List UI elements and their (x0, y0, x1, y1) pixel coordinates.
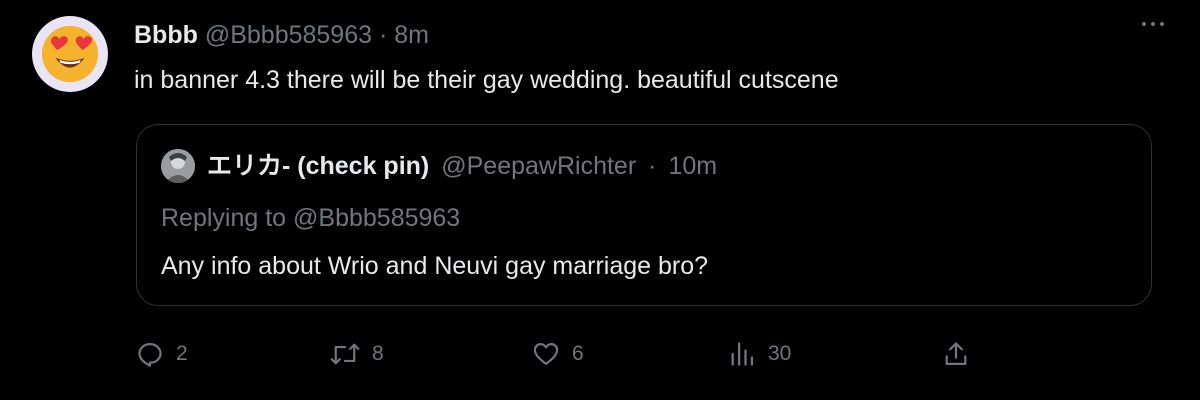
views-button[interactable]: 30 (728, 334, 791, 374)
quoted-tweet-text: Any info about Wrio and Neuvi gay marria… (161, 252, 709, 280)
share-button[interactable] (942, 334, 970, 374)
author-name[interactable]: Bbbb (134, 21, 198, 49)
tweet-time[interactable]: 8m (394, 21, 429, 49)
like-button[interactable]: 6 (532, 334, 584, 374)
replying-to: Replying to @Bbbb585963 (161, 204, 461, 232)
action-bar: 2 8 6 30 (136, 334, 976, 374)
profile-picture-icon (161, 149, 195, 183)
reply-count: 2 (176, 342, 188, 365)
reply-button[interactable]: 2 (136, 334, 188, 374)
share-icon (945, 342, 967, 366)
quoted-tweet-time[interactable]: 10m (669, 149, 718, 183)
time-separator: · (378, 21, 388, 49)
more-options-icon[interactable] (1142, 22, 1164, 26)
retweet-count: 8 (372, 342, 384, 365)
quoted-author-handle[interactable]: @PeepawRichter (441, 149, 636, 183)
quoted-author-avatar[interactable] (161, 149, 195, 183)
heart-eyes-emoji-icon (41, 25, 99, 83)
retweet-button[interactable]: 8 (330, 334, 384, 374)
quoted-tweet[interactable]: エリカ- (check pin) @PeepawRichter · 10m Re… (136, 124, 1152, 306)
views-chart-icon (731, 342, 754, 366)
tweet-text: in banner 4.3 there will be their gay we… (134, 66, 839, 94)
author-handle[interactable]: @Bbbb585963 (205, 21, 372, 49)
quoted-author-name[interactable]: エリカ- (check pin) (207, 149, 429, 183)
like-count: 6 (572, 342, 584, 365)
tweet-header: Bbbb @Bbbb585963 · 8m (134, 18, 429, 52)
heart-icon (533, 342, 559, 366)
retweet-icon (330, 343, 360, 365)
quoted-time-separator: · (648, 152, 657, 180)
view-count: 30 (768, 342, 792, 365)
quoted-tweet-header: エリカ- (check pin) @PeepawRichter · 10m (161, 149, 717, 183)
reply-icon (138, 342, 162, 367)
author-avatar[interactable] (32, 16, 108, 92)
